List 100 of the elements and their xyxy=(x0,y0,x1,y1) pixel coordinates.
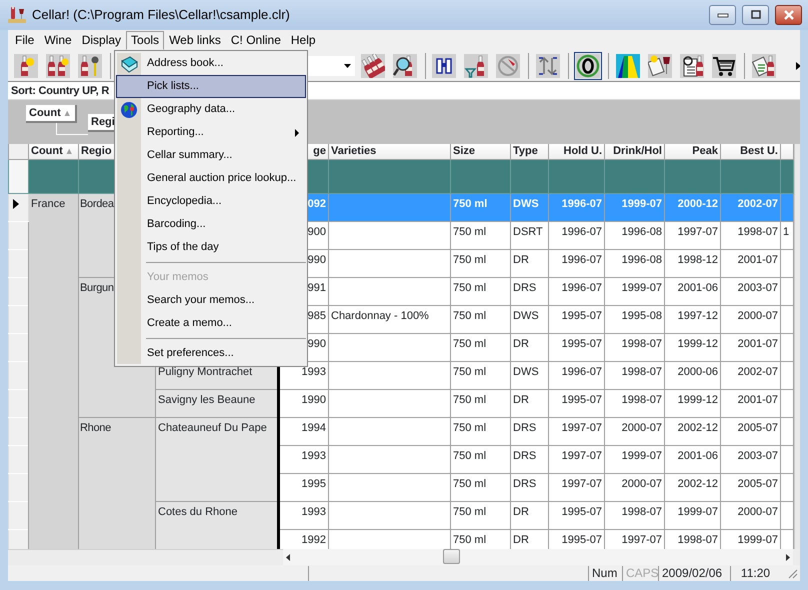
app-logo-icon xyxy=(8,6,26,24)
ring-icon[interactable] xyxy=(574,52,602,80)
table-cell: 2000-07 xyxy=(604,473,664,501)
column-header[interactable]: Size xyxy=(450,144,510,159)
table-cell: 1995-07 xyxy=(548,305,604,333)
table-cell: 1996-07 xyxy=(548,361,604,389)
table-cell: 2003-07 xyxy=(720,445,780,473)
table-cell: DWS xyxy=(510,193,548,221)
close-button[interactable] xyxy=(775,5,802,25)
filter-bottle-icon[interactable] xyxy=(462,52,490,80)
table-cell: DR xyxy=(510,501,548,529)
table-cell: 1999-07 xyxy=(604,193,664,221)
table-cell: 1996-08 xyxy=(604,221,664,249)
table-cell: DWS xyxy=(510,305,548,333)
table-cell: France xyxy=(28,193,78,549)
menu-item[interactable]: Address book... xyxy=(116,52,306,75)
magnifier-document-icon[interactable] xyxy=(678,52,706,80)
menu-item[interactable]: Web links xyxy=(164,30,226,50)
table-cell: 1996-07 xyxy=(548,193,604,221)
resize-grip-icon[interactable] xyxy=(786,567,798,579)
table-cell: 1999-12 xyxy=(664,333,720,361)
group-by-chip[interactable]: Count ▲ xyxy=(26,105,77,123)
menu-item[interactable]: C! Online xyxy=(226,30,286,50)
column-header[interactable]: Best U. xyxy=(720,144,780,159)
bottles-icon[interactable] xyxy=(358,52,386,80)
table-cell: DWS xyxy=(510,361,548,389)
column-header[interactable]: Drink/Hol xyxy=(604,144,664,159)
combo-box[interactable] xyxy=(308,56,354,76)
table-cell: 1998-07 xyxy=(604,389,664,417)
table-cell: 2001-07 xyxy=(720,389,780,417)
table-cell: 2001-07 xyxy=(720,249,780,277)
scroll-left-icon[interactable] xyxy=(286,554,290,560)
bottle-key-icon[interactable] xyxy=(76,52,104,80)
glass-certificate-icon[interactable] xyxy=(646,52,674,80)
vertical-scrollbar[interactable] xyxy=(794,144,800,549)
menu-item[interactable]: Help xyxy=(286,30,321,50)
table-cell: 2002-07 xyxy=(720,193,780,221)
column-header[interactable]: Hold U. xyxy=(548,144,604,159)
column-header[interactable]: Type xyxy=(510,144,548,159)
menu-item[interactable]: Tools xyxy=(126,30,164,50)
horizontal-scrollbar[interactable] xyxy=(283,549,793,565)
gradient-chart-icon[interactable] xyxy=(614,52,642,80)
table-cell: 750 ml xyxy=(450,221,510,249)
binoculars-icon[interactable] xyxy=(430,52,458,80)
table-cell: 2002-12 xyxy=(664,417,720,445)
group-header-cell xyxy=(604,159,664,193)
cart-icon[interactable] xyxy=(710,52,738,80)
table-cell: 1995 xyxy=(278,473,328,501)
group-header-cell xyxy=(720,159,780,193)
table-cell: 750 ml xyxy=(450,501,510,529)
table-cell: 750 ml xyxy=(450,445,510,473)
maximize-button[interactable] xyxy=(742,5,769,25)
table-cell: 2005-07 xyxy=(720,473,780,501)
menu-item[interactable]: File xyxy=(10,30,40,50)
overflow-chevron-icon[interactable] xyxy=(796,62,800,70)
table-cell: Chardonnay - 100% xyxy=(328,305,450,333)
table-cell: Rhone xyxy=(78,417,156,549)
menu-item[interactable]: Geography data... xyxy=(116,98,306,121)
table-cell: 1995-08 xyxy=(604,305,664,333)
menu-item[interactable]: Reporting... xyxy=(116,121,306,144)
table-cell: 1996-07 xyxy=(548,249,604,277)
table-cell: 750 ml xyxy=(450,333,510,361)
bottle-sun-icon[interactable] xyxy=(12,52,40,80)
table-cell: 2005-07 xyxy=(720,417,780,445)
table-cell: 750 ml xyxy=(450,389,510,417)
minimize-button[interactable] xyxy=(709,5,736,25)
scroll-thumb[interactable] xyxy=(443,549,460,564)
menu-item[interactable]: Cellar summary... xyxy=(116,144,306,167)
scroll-right-icon[interactable] xyxy=(786,554,790,560)
status-text: 2009/02/06 xyxy=(662,566,722,580)
table-cell: 1999-12 xyxy=(664,389,720,417)
magnifier-bottle-icon[interactable] xyxy=(390,52,418,80)
table-cell: 1996-07 xyxy=(548,221,604,249)
bottles-sun-icon[interactable] xyxy=(44,52,72,80)
table-cell: 1998-07 xyxy=(604,501,664,529)
close-icon xyxy=(782,10,794,20)
menu-item[interactable]: General auction price lookup... xyxy=(116,167,306,190)
sort-description: Sort: Country UP, R xyxy=(11,85,110,97)
menu-item[interactable]: Pick lists... xyxy=(116,75,306,98)
table-cell: 1993 xyxy=(278,501,328,529)
sort-arrows-icon[interactable] xyxy=(534,52,562,80)
status-text: Num xyxy=(592,566,618,580)
table-cell: Cotes du Rhone xyxy=(156,501,278,549)
table-cell: Chateauneuf Du Pape xyxy=(156,417,278,501)
menu-item[interactable]: Wine xyxy=(39,30,77,50)
menu-item[interactable]: Display xyxy=(76,30,126,50)
group-header-cell xyxy=(28,159,78,193)
table-cell: 1998-07 xyxy=(604,333,664,361)
table-cell: 1996-07 xyxy=(548,277,604,305)
table-cell: 2001-06 xyxy=(664,445,720,473)
column-header[interactable]: Varieties xyxy=(328,144,450,159)
table-cell: DRS xyxy=(510,277,548,305)
clipboard-bottle-icon[interactable] xyxy=(750,52,778,80)
group-by-chip[interactable]: Regi xyxy=(88,114,115,132)
group-header-cell xyxy=(450,159,510,193)
table-cell: 2000-07 xyxy=(720,305,780,333)
table-cell: 1997-07 xyxy=(548,417,604,445)
column-header[interactable]: Peak xyxy=(664,144,720,159)
status-text: CAPS xyxy=(626,566,659,580)
column-header[interactable]: Count ▲ xyxy=(28,144,78,159)
